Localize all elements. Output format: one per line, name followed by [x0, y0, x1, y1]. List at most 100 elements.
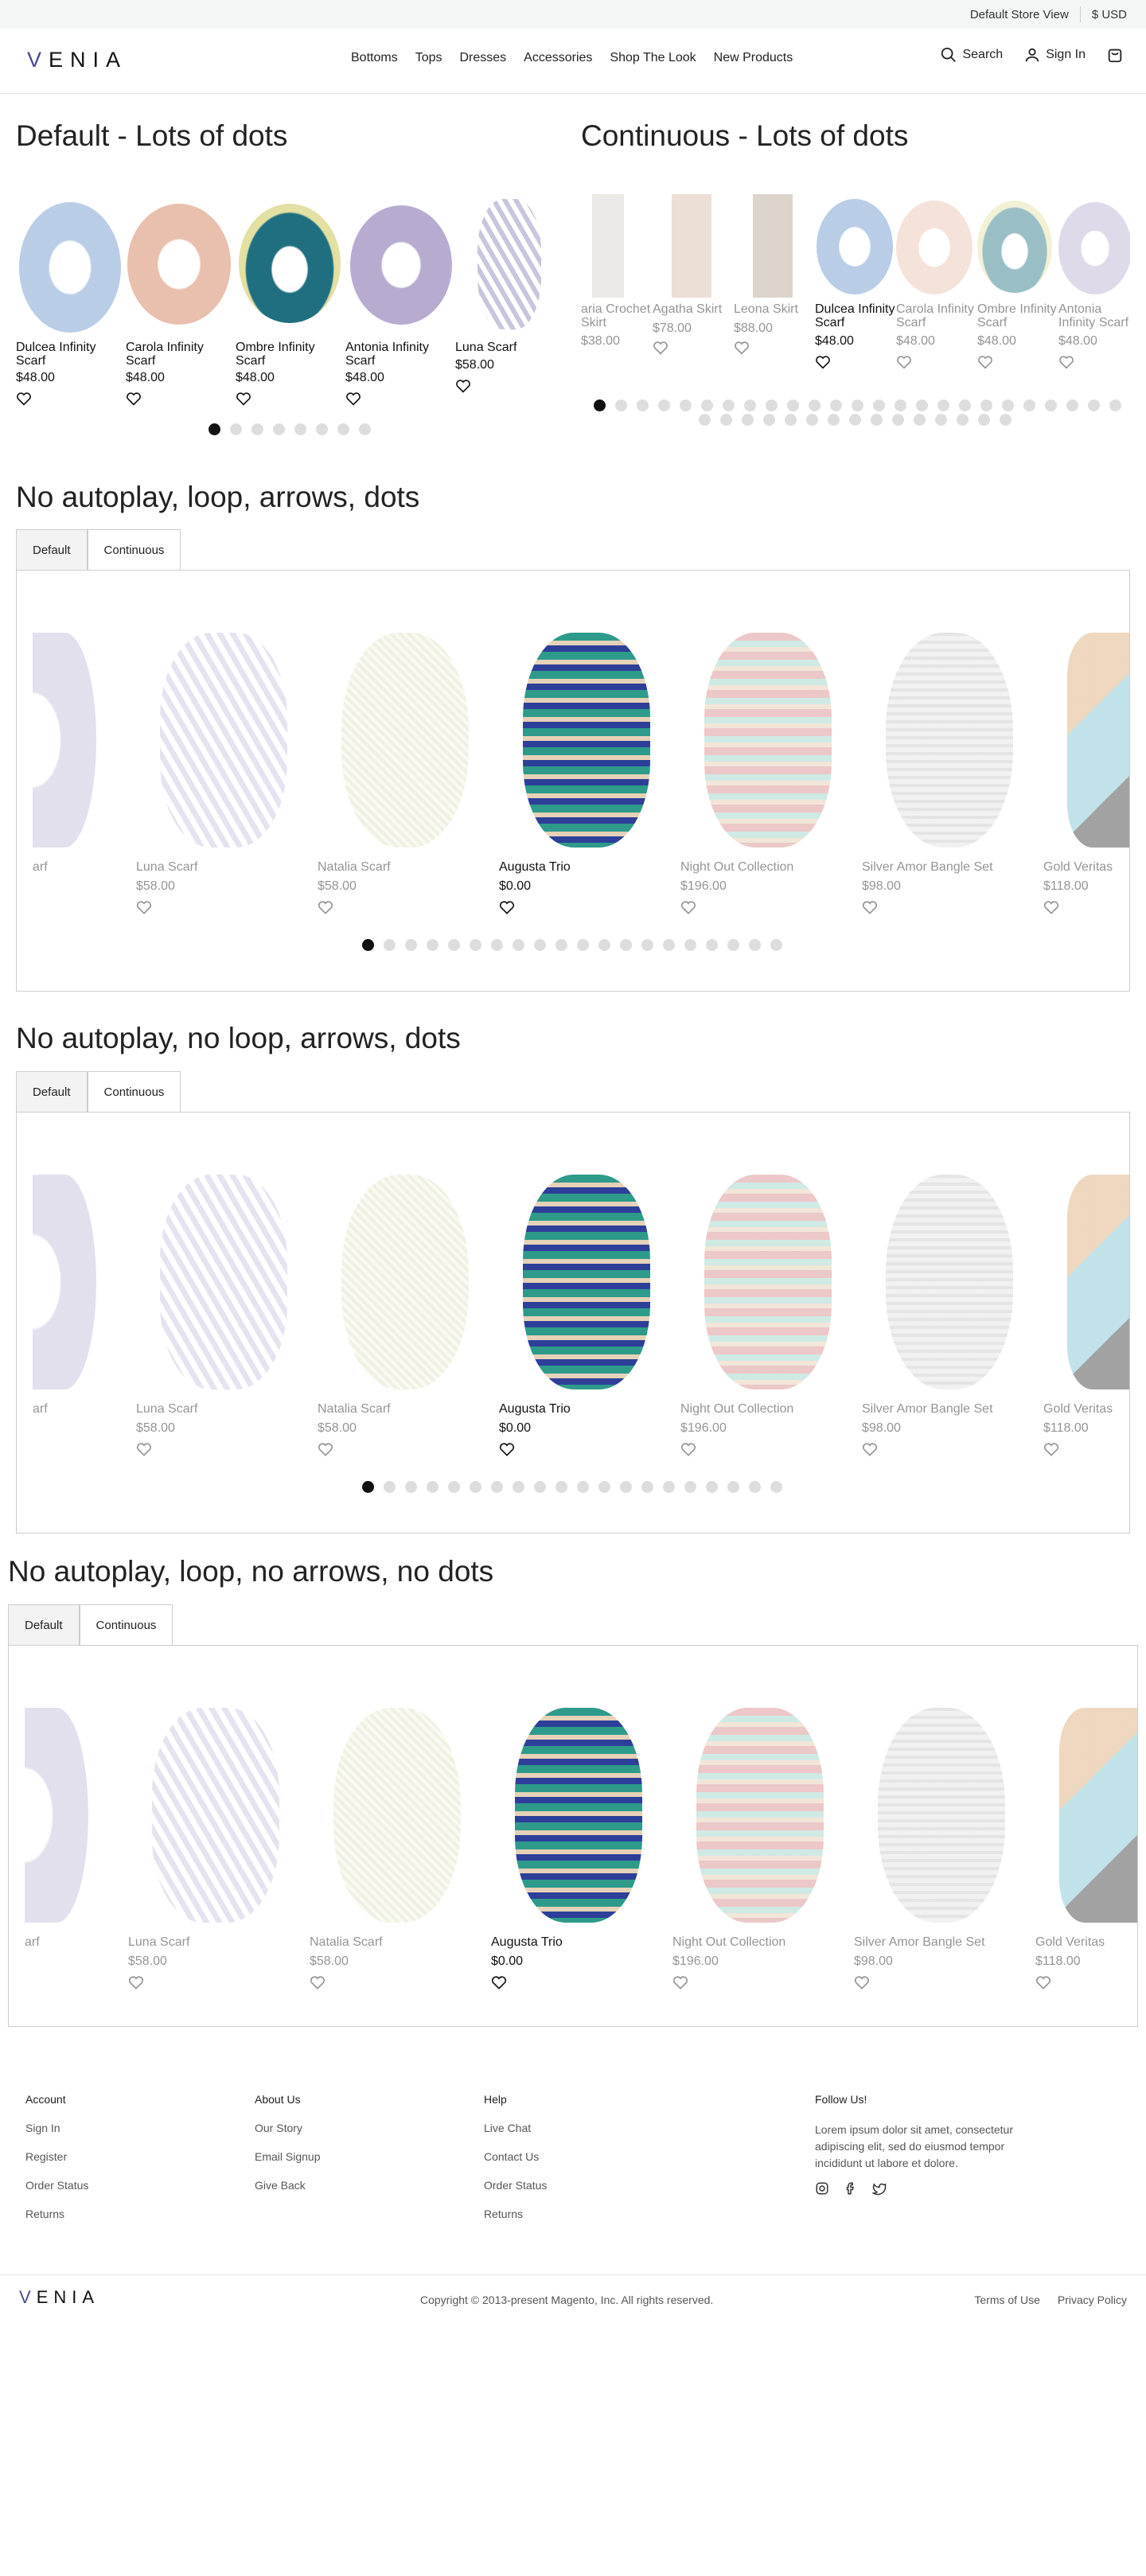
- product-name[interactable]: Augusta Trio: [499, 860, 674, 874]
- product-image[interactable]: [160, 633, 287, 848]
- product-name[interactable]: aria Crochet Skirt: [581, 302, 661, 329]
- product-image[interactable]: [523, 1175, 650, 1389]
- carousel-dot[interactable]: [680, 399, 692, 411]
- carousel-dot[interactable]: [359, 423, 371, 435]
- carousel-dot[interactable]: [470, 939, 481, 951]
- carousel-dot[interactable]: [959, 399, 971, 411]
- carousel-dot[interactable]: [744, 399, 756, 411]
- heart-icon[interactable]: [1058, 355, 1074, 369]
- product-name[interactable]: Luna Scarf: [128, 1935, 303, 1949]
- carousel-dot[interactable]: [620, 939, 632, 951]
- heart-icon[interactable]: [499, 900, 515, 914]
- product-image[interactable]: [817, 199, 893, 294]
- footer-link[interactable]: Contact Us: [484, 2150, 547, 2163]
- product-image[interactable]: [592, 194, 624, 298]
- carousel-dot[interactable]: [706, 1481, 718, 1493]
- footer-logo[interactable]: VENIA: [19, 2287, 99, 2308]
- carousel-dot[interactable]: [337, 423, 349, 435]
- product-image[interactable]: [753, 194, 793, 298]
- logo[interactable]: VENIA: [27, 48, 127, 72]
- footer-link[interactable]: Register: [25, 2150, 88, 2163]
- heart-icon[interactable]: [734, 341, 750, 355]
- carousel-dot[interactable]: [727, 939, 739, 951]
- carousel-dot[interactable]: [720, 414, 732, 426]
- heart-icon[interactable]: [1035, 1975, 1051, 1989]
- product-name[interactable]: Silver Amor Bangle Set: [862, 1402, 1037, 1416]
- product-image[interactable]: [477, 199, 541, 329]
- product-name[interactable]: Ombre Infinity Scarf: [236, 341, 339, 368]
- product-image[interactable]: [1058, 202, 1130, 294]
- product-image[interactable]: [33, 1175, 96, 1389]
- carousel-dot[interactable]: [1000, 414, 1012, 426]
- product-image[interactable]: [896, 201, 973, 294]
- heart-icon[interactable]: [815, 355, 831, 369]
- carousel-dot[interactable]: [555, 939, 567, 951]
- carousel-dot[interactable]: [577, 1481, 589, 1493]
- terms-link[interactable]: Terms of Use: [974, 2293, 1039, 2306]
- product-image[interactable]: [239, 204, 341, 323]
- carousel-dot[interactable]: [1002, 399, 1014, 411]
- heart-icon[interactable]: [680, 1442, 696, 1456]
- carousel-dot[interactable]: [1088, 399, 1100, 411]
- carousel-dot[interactable]: [849, 414, 861, 426]
- carousel-dot[interactable]: [663, 1481, 675, 1493]
- carousel-dot[interactable]: [852, 399, 863, 411]
- heart-icon[interactable]: [345, 392, 361, 406]
- carousel-dot[interactable]: [935, 414, 947, 426]
- heart-icon[interactable]: [862, 1442, 878, 1456]
- carousel-dot[interactable]: [658, 399, 670, 411]
- footer-link[interactable]: Email Signup: [255, 2150, 321, 2163]
- footer-link[interactable]: Live Chat: [484, 2122, 547, 2134]
- instagram-icon[interactable]: [815, 2181, 829, 2196]
- carousel-dot[interactable]: [723, 399, 735, 411]
- carousel-dot[interactable]: [384, 1481, 396, 1493]
- carousel-dot[interactable]: [749, 1481, 761, 1493]
- heart-icon[interactable]: [318, 1442, 333, 1456]
- product-image[interactable]: [672, 194, 711, 298]
- product-image[interactable]: [704, 1175, 832, 1389]
- product-image[interactable]: [127, 204, 231, 325]
- carousel-dot[interactable]: [405, 1481, 417, 1493]
- heart-icon[interactable]: [16, 392, 32, 406]
- product-name[interactable]: Natalia Scarf: [318, 860, 493, 874]
- footer-link[interactable]: Our Story: [255, 2122, 321, 2134]
- product-image[interactable]: [878, 1708, 1005, 1923]
- carousel-dot[interactable]: [316, 423, 328, 435]
- product-image[interactable]: [1067, 633, 1129, 848]
- privacy-link[interactable]: Privacy Policy: [1058, 2293, 1127, 2306]
- carousel-dot[interactable]: [871, 414, 883, 426]
- carousel-dot[interactable]: [620, 1481, 632, 1493]
- carousel-dot[interactable]: [701, 399, 713, 411]
- product-image[interactable]: [523, 633, 650, 848]
- heart-icon[interactable]: [672, 1975, 688, 1989]
- carousel-dot[interactable]: [1066, 399, 1078, 411]
- heart-icon[interactable]: [318, 900, 333, 914]
- heart-icon[interactable]: [1043, 900, 1059, 914]
- carousel-dot[interactable]: [1023, 399, 1035, 411]
- carousel-dot[interactable]: [641, 1481, 653, 1493]
- carousel-dot[interactable]: [1045, 399, 1057, 411]
- carousel-dot[interactable]: [427, 939, 439, 951]
- heart-icon[interactable]: [1043, 1442, 1059, 1456]
- facebook-icon[interactable]: [844, 2181, 858, 2196]
- carousel-dot[interactable]: [641, 939, 653, 951]
- product-image[interactable]: [515, 1708, 642, 1923]
- cart-button[interactable]: [1106, 46, 1124, 64]
- product-name[interactable]: Gold Veritas: [1035, 1935, 1137, 1949]
- product-image[interactable]: [1067, 1175, 1129, 1389]
- product-name[interactable]: Natalia Scarf: [318, 1402, 493, 1416]
- carousel-dot[interactable]: [916, 399, 928, 411]
- footer-link[interactable]: Sign In: [25, 2122, 88, 2134]
- nav-bottoms[interactable]: Bottoms: [351, 51, 398, 65]
- carousel-dot[interactable]: [806, 414, 818, 426]
- carousel-dot[interactable]: [555, 1481, 567, 1493]
- product-name[interactable]: Antonia Infinity Scarf: [1058, 302, 1130, 329]
- tab-continuous[interactable]: Continuous: [79, 1604, 173, 1646]
- product-name[interactable]: Luna Scarf: [136, 860, 311, 874]
- carousel-dot[interactable]: [1109, 399, 1121, 411]
- product-name[interactable]: Gold Veritas: [1043, 860, 1129, 874]
- carousel-dot[interactable]: [594, 399, 606, 411]
- carousel-dot[interactable]: [362, 1481, 374, 1493]
- carousel-dot[interactable]: [785, 414, 797, 426]
- footer-link[interactable]: Order Status: [25, 2179, 88, 2192]
